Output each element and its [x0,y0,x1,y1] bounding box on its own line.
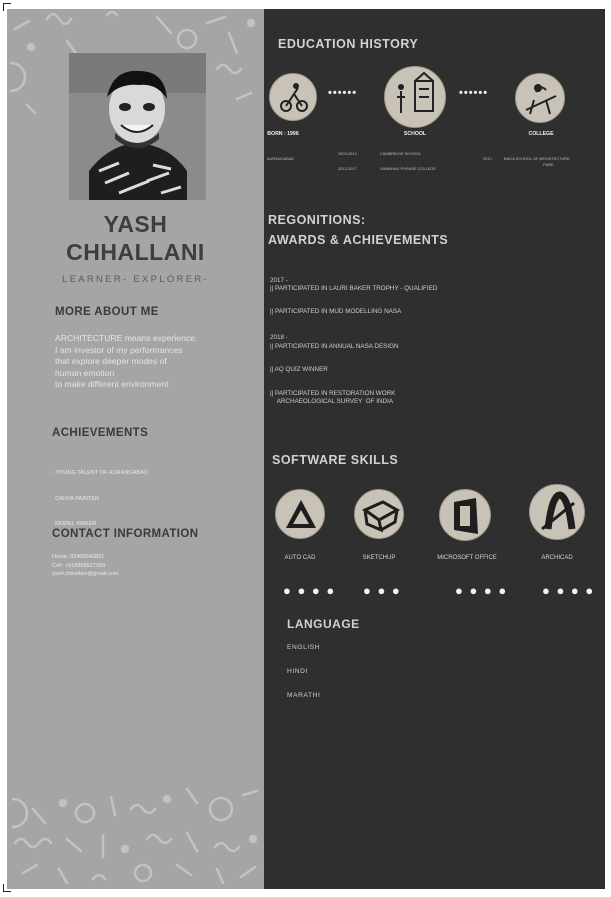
contact-heading: CONTACT INFORMATION [52,528,199,540]
achievement-item: - YOUNG TALENT OF AURANGABAD [52,470,148,476]
sketchup-sketch-icon [354,489,404,539]
school-name-2: SAMBHAJI PURASE COLLEGE [380,166,436,171]
cell-phone: Cell: +918888527089 [52,562,106,569]
about-line: I am investor of my performances [55,344,183,355]
rating-autocad: ● ● ● ● [283,583,336,598]
awards-heading: AWARDS & ACHIEVEMENTS [268,233,449,247]
college-year: 2017- [483,156,493,161]
about-line: human emotion [55,367,115,378]
timeline-connector: •••••• [328,87,358,99]
college-name-1: BNCA SCHOOL OF ARCHITECTURE [504,156,570,161]
office-sketch-icon [439,489,491,541]
about-text: ARCHITECTURE means experience, I am inve… [55,333,197,391]
bicycle-sketch-icon [269,73,317,121]
last-name: CHHALLANI [66,239,205,265]
award-line: || AQ QUIZ WINNER [270,366,328,373]
skill-label-autocad: AUTO CAD [284,555,316,561]
memphis-pattern-bottom [11,787,259,885]
first-name: YASH [103,211,168,237]
language-item: ENGLISH [287,644,321,651]
born-place: AURANGABAD [267,156,295,161]
school-label: SCHOOL [403,131,427,137]
skill-label-archicad: ARCHICAD [541,555,573,561]
about-line: that explore deeper modes of [55,356,167,366]
award-line: || PARTICIPATED IN ANNUAL NASA DESIGN [270,343,399,350]
rating-archicad: ● ● ● ● [542,583,595,598]
award-line: || PARTICIPATED IN MUD MODELLING NASA [270,308,402,315]
college-label: COLLEGE [528,131,554,137]
school-year-1: 2003-2013 [338,151,357,156]
about-heading: MORE ABOUT ME [55,306,159,318]
award-line: || PARTICIPATED IN LAURI BAKER TROPHY - … [270,285,438,292]
profile-photo [69,53,206,200]
school-year-2: 2013-2017 [338,166,357,171]
drafting-sketch-icon [515,73,565,123]
language-heading: LANGUAGE [287,617,360,631]
about-line: to make different environment [55,379,169,389]
left-sidebar: YASH CHHALLANI LEARNER- EXPLORER- MORE A… [7,9,264,889]
college-name-2: PUNE [543,162,554,167]
school-sketch-icon [384,66,446,128]
award-line: || PARTICIPATED IN RESTORATION WORK [270,390,396,397]
skill-label-office: MICROSOFT OFFICE [437,555,497,561]
award-year: 2018 - [270,334,288,341]
timeline-connector: •••••• [459,87,489,99]
education-heading: EDUCATION HISTORY [278,37,419,51]
born-label: BORN : 1996 [267,131,299,137]
autocad-sketch-icon [275,489,325,539]
award-line: ARCHAEOLOGICAL SURVEY OF INDIA [270,398,394,405]
about-line: ARCHITECTURE means experience, [55,333,198,343]
rating-sketchup: ● ● ● [363,583,402,598]
rating-office: ● ● ● ● [455,583,508,598]
achievements-heading: ACHIEVEMENTS [52,427,149,439]
award-year: 2017 - [270,277,288,284]
skill-label-sketchup: SKETCHUP [362,555,396,561]
archicad-sketch-icon [529,484,585,540]
language-item: MARATHI [287,692,321,699]
contact-details: Home: 02406542891 Cell: +918888527089 ya… [52,553,119,579]
achievement-item: CANVA PAINTER [52,495,100,502]
email-text: yash.chhallani@gmail.com [52,571,119,577]
home-phone: Home: 02406542891 [52,554,105,560]
school-name-1: CAMBRIDGE SCHOOL [380,151,422,156]
tagline: LEARNER- EXPLORER- [62,274,209,285]
language-item: HINDI [287,668,308,675]
resume-page: YASH CHHALLANI LEARNER- EXPLORER- MORE A… [7,9,605,889]
recognitions-heading: REGONITIONS: [268,213,366,227]
software-heading: SOFTWARE SKILLS [272,453,399,467]
